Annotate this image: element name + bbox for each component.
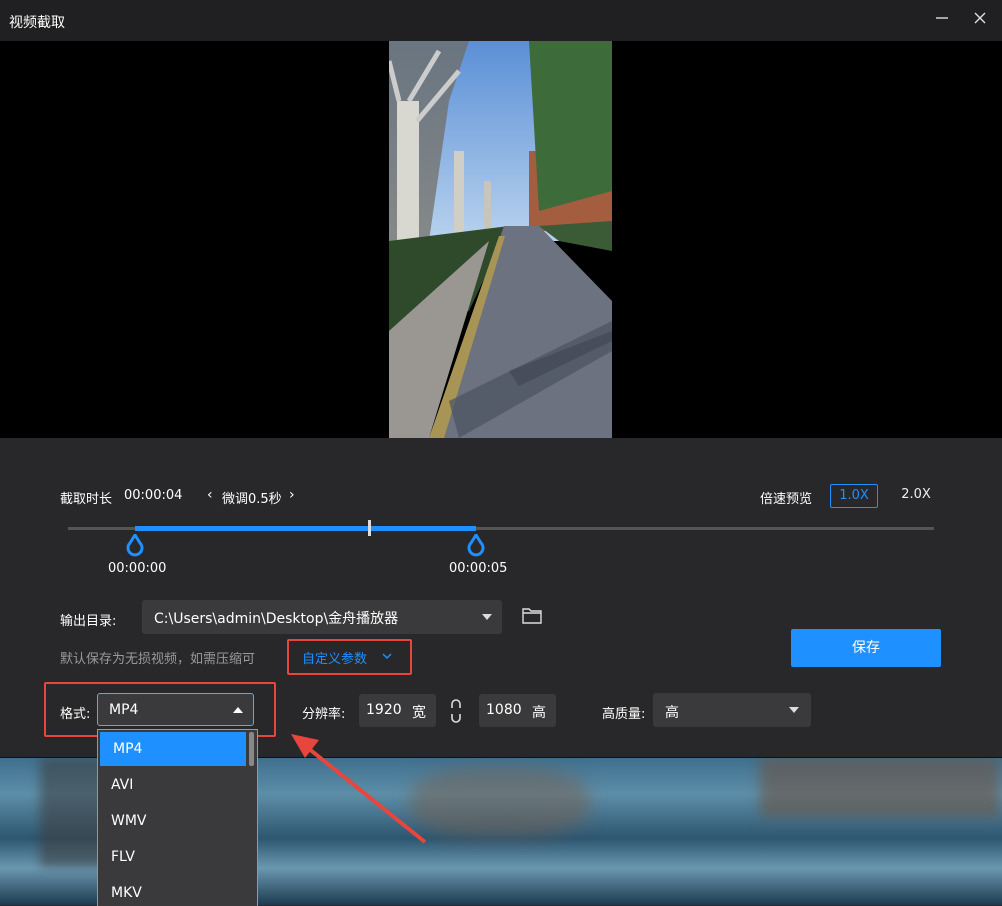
width-input[interactable]: 1920 宽	[359, 694, 436, 727]
annotation-arrow	[291, 734, 427, 844]
video-preview[interactable]	[0, 41, 1002, 438]
speed-preview-label: 倍速预览	[760, 492, 813, 507]
quality-label: 高质量:	[602, 707, 646, 722]
fine-tune-forward-button[interactable]: ›	[289, 487, 295, 503]
chevron-down-icon	[482, 614, 492, 620]
end-handle[interactable]	[466, 532, 486, 558]
link-icon	[451, 699, 461, 723]
chevron-up-icon	[233, 707, 243, 713]
fine-tune-label: 微调0.5秒	[222, 492, 282, 507]
video-trim-window: 视频截取 截取时长 00:00:04 ‹ 微调0.5秒 › 倍速预览 1.0X …	[0, 0, 1002, 758]
window-title: 视频截取	[9, 15, 65, 31]
output-dir-label: 输出目录:	[60, 614, 117, 629]
close-button[interactable]	[968, 8, 992, 32]
quality-value: 高	[665, 705, 679, 721]
video-frame	[389, 41, 612, 438]
close-icon	[974, 12, 986, 24]
output-dir-value: C:\Users\admin\Desktop\金舟播放器	[154, 611, 399, 627]
start-handle[interactable]	[125, 532, 145, 558]
chevron-down-icon	[789, 707, 799, 713]
format-select[interactable]: MP4	[97, 693, 254, 726]
speed-1x-button[interactable]: 1.0X	[830, 484, 878, 508]
title-bar: 视频截取	[0, 0, 1002, 41]
format-dropdown-list: MP4 AVI WMV FLV MKV	[97, 729, 258, 906]
height-unit: 高	[532, 705, 546, 721]
duration-label: 截取时长	[60, 492, 113, 507]
end-handle-icon	[467, 532, 485, 557]
resolution-label: 分辨率:	[302, 707, 346, 722]
end-time: 00:00:05	[449, 561, 508, 576]
duration-value: 00:00:04	[124, 488, 183, 503]
timeline-selection	[135, 526, 476, 531]
format-option-wmv[interactable]: WMV	[98, 804, 248, 838]
format-option-avi[interactable]: AVI	[98, 768, 248, 802]
fine-tune-back-button[interactable]: ‹	[207, 487, 213, 503]
quality-select[interactable]: 高	[653, 693, 811, 727]
format-value: MP4	[109, 702, 139, 718]
width-unit: 宽	[412, 705, 426, 721]
height-input[interactable]: 1080 高	[479, 694, 556, 727]
folder-icon	[522, 608, 542, 624]
custom-params-label: 自定义参数	[302, 652, 368, 667]
lock-aspect-toggle[interactable]	[449, 699, 463, 723]
custom-params-button[interactable]: 自定义参数	[302, 648, 392, 667]
start-time: 00:00:00	[108, 561, 167, 576]
dropdown-scrollbar[interactable]	[249, 732, 254, 766]
output-dir-select[interactable]: C:\Users\admin\Desktop\金舟播放器	[142, 600, 502, 634]
format-option-mkv[interactable]: MKV	[98, 876, 248, 906]
format-option-flv[interactable]: FLV	[98, 840, 248, 874]
fine-tune-control: ‹ 微调0.5秒 ›	[207, 486, 301, 507]
format-option-mp4[interactable]: MP4	[100, 732, 246, 766]
lossless-hint: 默认保存为无损视频，如需压缩可	[60, 652, 256, 667]
format-label: 格式:	[60, 707, 91, 722]
save-button[interactable]: 保存	[791, 629, 941, 667]
start-handle-icon	[126, 532, 144, 557]
minimize-button[interactable]	[930, 8, 954, 32]
browse-folder-button[interactable]	[522, 607, 542, 627]
playhead[interactable]	[368, 520, 371, 536]
chevron-down-icon	[382, 653, 392, 660]
height-value: 1080	[486, 702, 522, 718]
speed-2x-button[interactable]: 2.0X	[896, 484, 936, 506]
minimize-icon	[936, 17, 948, 19]
width-value: 1920	[366, 702, 402, 718]
